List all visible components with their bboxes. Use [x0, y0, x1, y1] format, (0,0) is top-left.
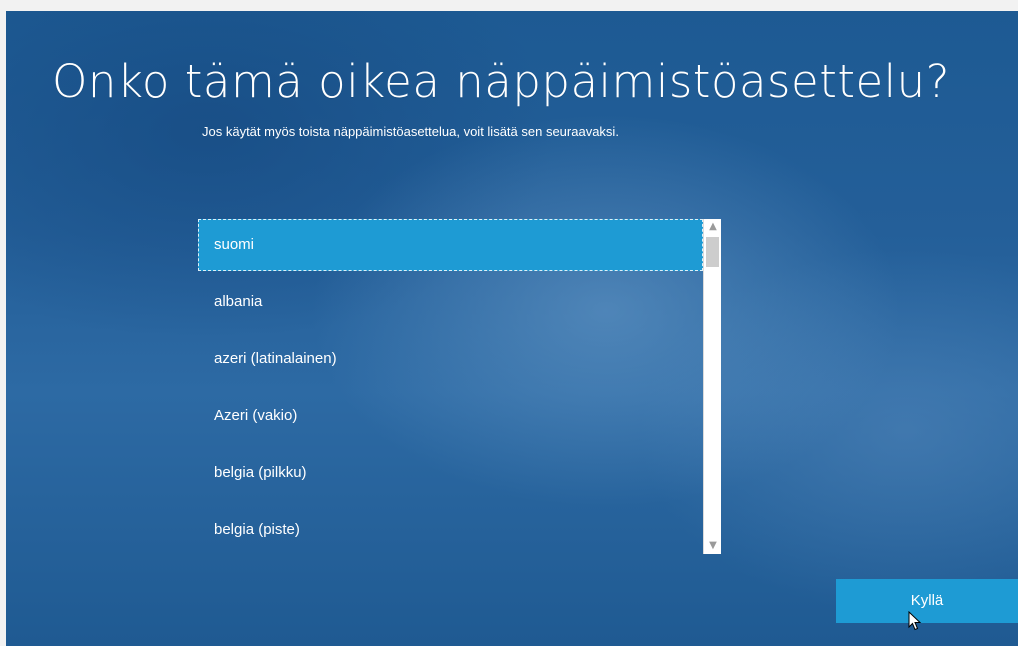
yes-button[interactable]: Kyllä: [836, 579, 1018, 623]
list-scrollbar[interactable]: ▲ ▼: [703, 219, 721, 554]
list-item-belgium-comma[interactable]: belgia (pilkku): [198, 447, 703, 499]
list-item-belgium-period[interactable]: belgia (piste): [198, 504, 703, 554]
list-item-azeri-standard[interactable]: Azeri (vakio): [198, 390, 703, 442]
page-subtitle: Jos käytät myös toista näppäimistöasette…: [202, 124, 619, 139]
keyboard-layout-list[interactable]: suomi albania azeri (latinalainen) Azeri…: [198, 219, 721, 554]
setup-screen: Onko tämä oikea näppäimistöasettelu? Jos…: [6, 11, 1018, 646]
keyboard-layout-items: suomi albania azeri (latinalainen) Azeri…: [198, 219, 703, 554]
page-title: Onko tämä oikea näppäimistöasettelu?: [52, 55, 951, 108]
chevron-up-icon[interactable]: ▲: [704, 219, 722, 235]
scroll-thumb[interactable]: [706, 237, 719, 267]
mouse-pointer-icon: [908, 611, 922, 631]
list-item-albania[interactable]: albania: [198, 276, 703, 328]
chevron-down-icon[interactable]: ▼: [704, 538, 722, 554]
list-item-suomi[interactable]: suomi: [198, 219, 703, 271]
list-item-azeri-latin[interactable]: azeri (latinalainen): [198, 333, 703, 385]
